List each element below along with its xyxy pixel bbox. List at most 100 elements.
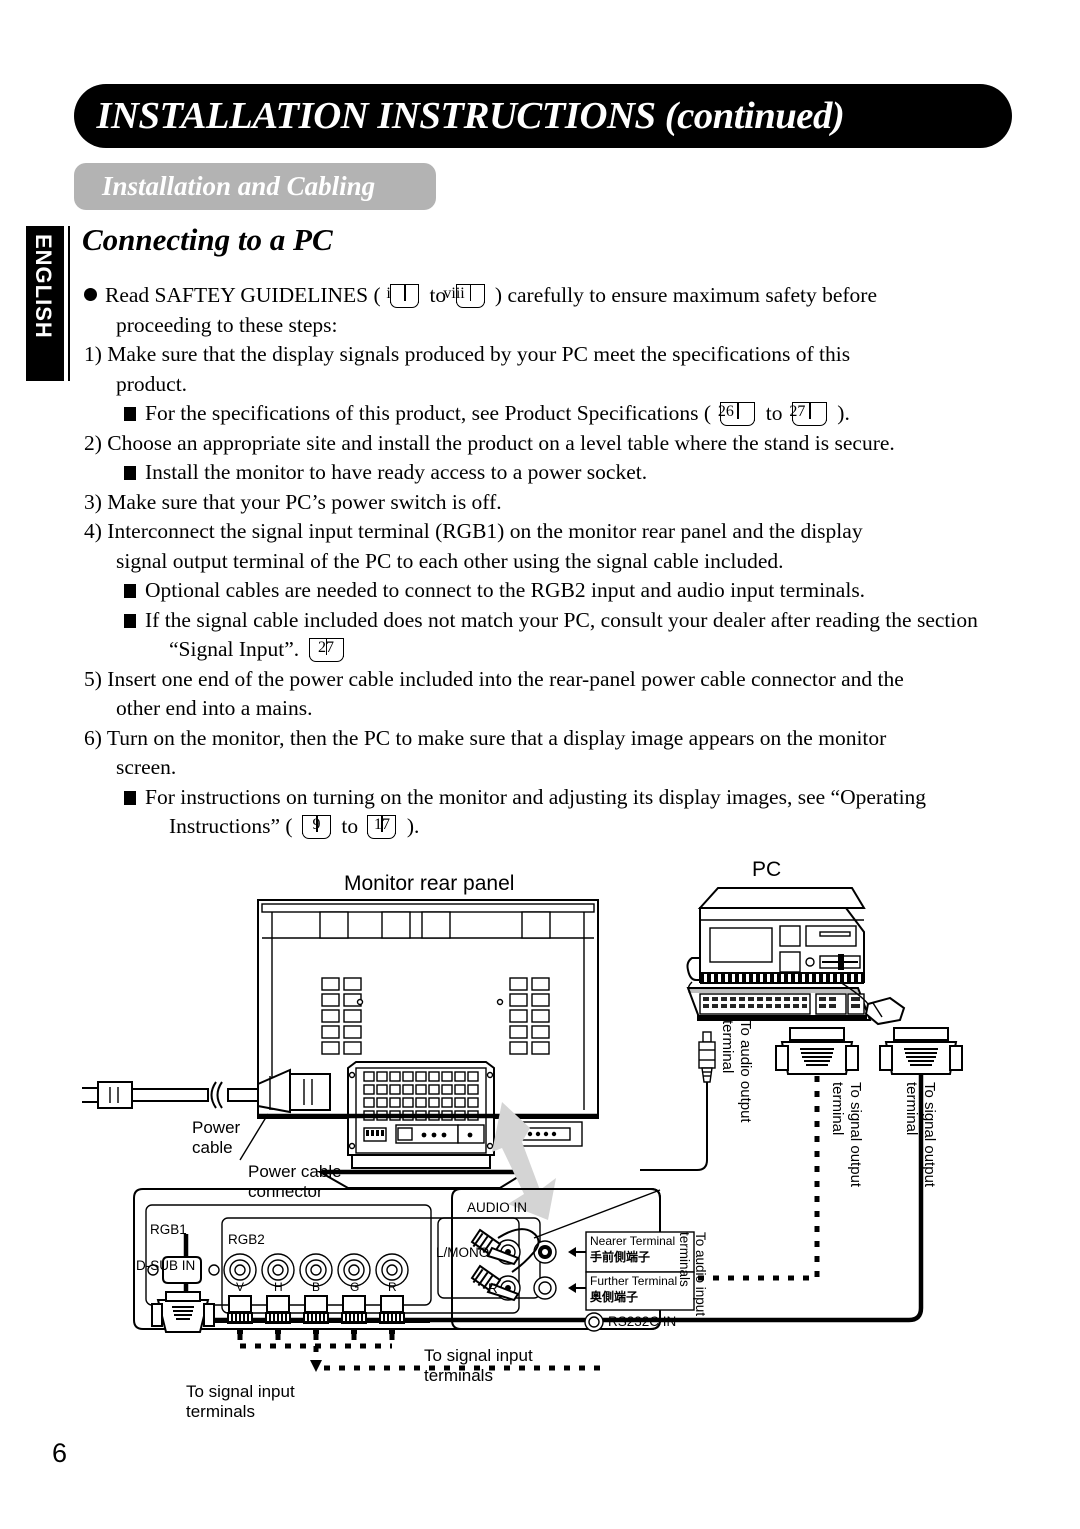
step-number: 3)	[84, 489, 102, 514]
section-title: Connecting to a PC	[82, 222, 333, 257]
connection-diagram: .ln { fill:none; stroke:#000; stroke-wid…	[0, 858, 1080, 1500]
step-6: 6) Turn on the monitor, then the PC to m…	[84, 724, 1012, 842]
bnc-label-r: R	[388, 1280, 397, 1294]
subtitle: Installation and Cabling	[102, 171, 376, 201]
page-title: INSTALLATION INSTRUCTIONS (continued)	[96, 95, 845, 137]
further-terminal-label-en: Further Terminal	[590, 1274, 678, 1288]
further-terminal-label-jp: 奥側端子	[590, 1290, 639, 1304]
r-channel-label: R	[488, 1281, 498, 1296]
step-text-line2: screen.	[116, 755, 177, 779]
page-ref-book-icon: 27	[307, 638, 347, 662]
square-bullet-icon	[124, 466, 136, 480]
page-ref-book-icon: i	[386, 284, 422, 308]
page-ref-book-icon: 17	[365, 815, 399, 839]
page-ref-number: 17	[373, 816, 390, 833]
intro-bullet: Read SAFTEY GUIDELINES ( i to viii ) car…	[84, 281, 1012, 340]
page-ref-book-icon: 27	[789, 402, 830, 426]
page-ref-book-icon: viii	[443, 284, 488, 308]
audio-in-label: AUDIO IN	[467, 1200, 528, 1215]
step-2: 2) Choose an appropriate site and instal…	[84, 429, 1012, 488]
step-text-line1: Interconnect the signal input terminal (…	[107, 519, 863, 543]
language-tab: ENGLISH	[26, 226, 64, 381]
page-ref-number: 9	[312, 816, 321, 833]
step-text-line1: Choose an appropriate site and install t…	[107, 430, 895, 455]
page-number: 6	[52, 1438, 68, 1468]
nearer-terminal-label-jp: 手前側端子	[590, 1250, 651, 1264]
square-bullet-icon	[124, 584, 136, 598]
step-6-sub-1: For instructions on turning on the monit…	[84, 783, 1012, 813]
step-4-sub-1: Optional cables are needed to connect to…	[84, 576, 1012, 606]
sub-post: ).	[837, 401, 850, 425]
sub-text: Install the monitor to have ready access…	[145, 460, 648, 484]
to-audio-input-terminals-label: To audio input terminals	[677, 1232, 708, 1317]
step-4-sub-2: If the signal cable included does not ma…	[84, 606, 1012, 636]
to-signal-input-terminals-label-1: To signal input terminals	[186, 1382, 295, 1421]
to-signal-output-terminal-label-2: To signal output terminal	[903, 1082, 938, 1188]
page-ref-number: i	[386, 285, 391, 302]
step-number: 1)	[84, 342, 102, 366]
pc-caption: PC	[752, 858, 782, 881]
square-bullet-icon	[124, 613, 136, 628]
nearer-terminal-label-en: Nearer Terminal	[590, 1234, 676, 1248]
step-number: 4)	[84, 519, 102, 543]
sub-cont-post: ).	[406, 814, 420, 838]
monitor-rear-panel-caption: Monitor rear panel	[344, 872, 515, 895]
step-text-line1: Make sure that the display signals produ…	[107, 342, 851, 366]
step-text-line2: other end into a mains.	[116, 696, 313, 720]
sub-text: Optional cables are needed to connect to…	[145, 578, 866, 602]
sub-text: For instructions on turning on the monit…	[145, 784, 927, 809]
step-text-line2: signal output terminal of the PC to each…	[116, 548, 784, 573]
instructions-body: Read SAFTEY GUIDELINES ( i to viii ) car…	[84, 281, 1012, 842]
sub-mid: to	[765, 401, 783, 425]
step-number: 5)	[84, 666, 102, 691]
step-1: 1) Make sure that the display signals pr…	[84, 340, 1012, 429]
rgb1-label: RGB1	[150, 1222, 187, 1237]
page-ref-number: viii	[443, 285, 465, 302]
intro-line2: proceeding to these steps:	[116, 312, 338, 337]
to-signal-output-terminal-label-1: To signal output terminal	[829, 1082, 864, 1188]
rgb2-label: RGB2	[228, 1232, 265, 1247]
page-ref-book-icon: 9	[300, 815, 334, 839]
intro-post: ) carefully to ensure maximum safety bef…	[494, 283, 877, 307]
rs232c-in-label: RS232C IN	[608, 1314, 677, 1329]
filled-circle-bullet-icon	[84, 288, 97, 301]
step-number: 6)	[84, 725, 102, 750]
step-5: 5) Insert one end of the power cable inc…	[84, 665, 1012, 724]
step-text-line1: Insert one end of the power cable includ…	[107, 666, 904, 691]
sub-text: For the specifications of this product, …	[145, 401, 712, 425]
power-cable-connector-label: Power cable connector	[248, 1162, 342, 1201]
to-audio-output-terminal-label: To audio output terminal	[719, 1020, 754, 1123]
pc-illustration	[686, 887, 906, 1026]
square-bullet-icon	[124, 407, 136, 421]
sub-cont-text: “Signal Input”.	[169, 637, 300, 661]
sub-cont-text: Instructions” (	[169, 814, 293, 838]
page-ref-book-icon: 26	[717, 402, 758, 426]
step-number: 2)	[84, 430, 102, 455]
page-title-banner: INSTALLATION INSTRUCTIONS (continued)	[74, 84, 1012, 148]
bnc-label-h: H	[274, 1280, 283, 1294]
step-2-sub-1: Install the monitor to have ready access…	[84, 458, 1012, 488]
step-4-sub-continuation: “Signal Input”. 27	[84, 635, 1012, 665]
step-4: 4) Interconnect the signal input termina…	[84, 517, 1012, 665]
sub-text: If the signal cable included does not ma…	[145, 607, 978, 632]
bnc-label-v: V	[236, 1280, 245, 1294]
page-ref-number: 27	[789, 403, 806, 420]
dsub-in-label: D-SUB IN	[136, 1258, 196, 1273]
step-3: 3) Make sure that your PC’s power switch…	[84, 488, 1012, 518]
step-1-sub-1: For the specifications of this product, …	[84, 399, 1012, 429]
language-tab-label: ENGLISH	[31, 234, 56, 339]
step-text-line1: Make sure that your PC’s power switch is…	[107, 489, 502, 514]
bnc-label-g: G	[350, 1280, 360, 1294]
power-cable-label: Power cable	[192, 1118, 241, 1157]
l-mono-label: L/MONO	[436, 1245, 490, 1260]
step-text-line2: product.	[116, 371, 188, 396]
audio-plug-connector	[640, 1031, 716, 1171]
step-6-sub-continuation: Instructions” ( 9 to 17 ).	[84, 812, 1012, 842]
sub-cont-mid: to	[341, 814, 359, 838]
page-ref-number: 26	[717, 403, 734, 420]
intro-pre: Read SAFTEY GUIDELINES (	[105, 283, 381, 307]
language-tab-rule	[68, 226, 70, 381]
subtitle-banner: Installation and Cabling	[74, 163, 436, 210]
to-signal-input-terminals-label-2: To signal input terminals	[424, 1346, 533, 1385]
page-ref-number: 27	[318, 639, 335, 656]
